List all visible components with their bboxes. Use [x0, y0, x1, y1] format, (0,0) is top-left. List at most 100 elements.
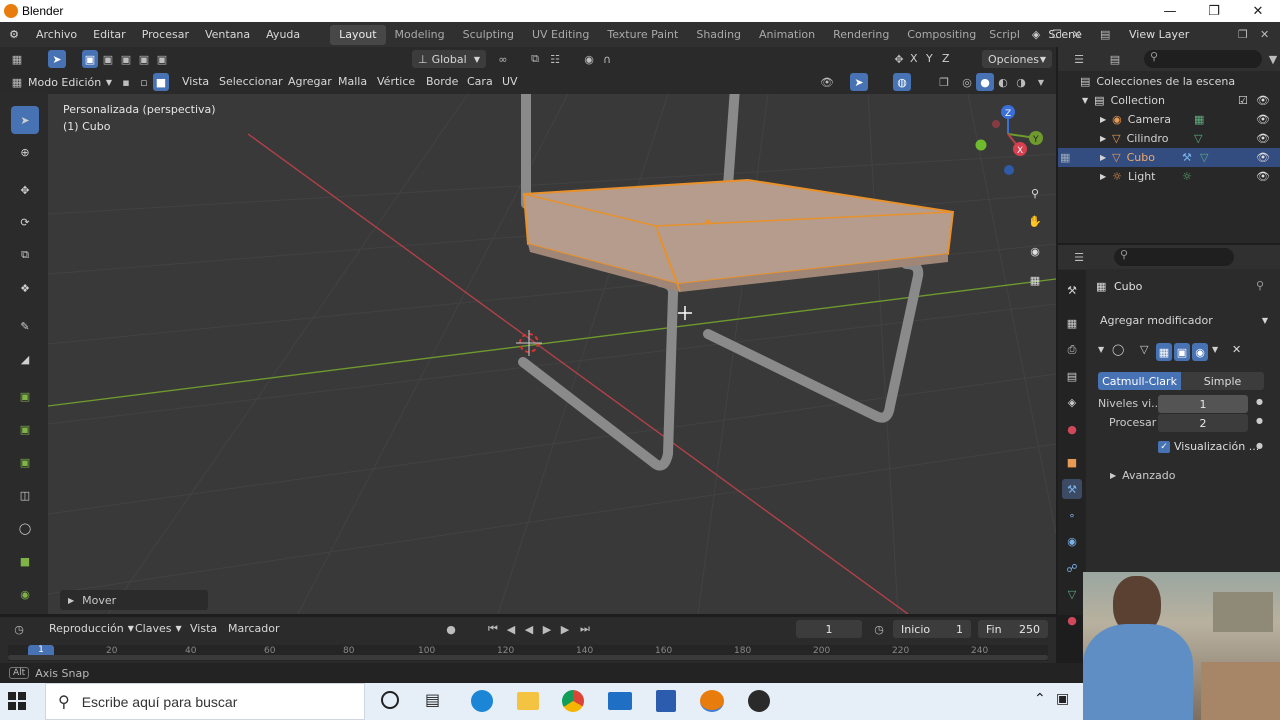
outliner-scene-collection[interactable]: ▤ Colecciones de la escena: [1058, 72, 1280, 91]
cortana-icon[interactable]: [381, 691, 399, 709]
snap-target-icon[interactable]: ☷: [546, 50, 564, 68]
menu-archivo[interactable]: Archivo: [28, 28, 85, 41]
render-toggle-icon[interactable]: ◉: [1192, 343, 1208, 361]
obs-icon[interactable]: [748, 690, 770, 712]
transform-tool-icon[interactable]: ❖: [11, 274, 39, 302]
remove-modifier-icon[interactable]: ✕: [1232, 343, 1241, 356]
timeline-editor-icon[interactable]: ◷: [10, 620, 28, 638]
shading-options-icon[interactable]: ▼: [1032, 73, 1050, 91]
frame-ruler[interactable]: 1 20 40 60 80 100 120 140 160 180 200 22…: [8, 645, 1048, 661]
mirror-icon[interactable]: ✥: [890, 50, 908, 68]
axis-x-toggle[interactable]: X: [910, 52, 918, 65]
jump-end-icon[interactable]: ⏭: [576, 620, 594, 638]
cursor-tool-icon[interactable]: ⊕: [11, 138, 39, 166]
data-tab-icon[interactable]: ▽: [1062, 584, 1082, 604]
rotate-tool-icon[interactable]: ⟳: [11, 208, 39, 236]
menu-editar[interactable]: Editar: [85, 28, 134, 41]
inset-tool-icon[interactable]: ▣: [11, 415, 39, 443]
last-operator-panel[interactable]: ▶ Mover: [60, 590, 208, 610]
tab-layout[interactable]: Layout: [330, 24, 386, 45]
xray-toggle-icon[interactable]: ❐: [935, 73, 953, 91]
annotate-tool-icon[interactable]: ✎: [11, 312, 39, 340]
mail-icon[interactable]: [608, 692, 632, 710]
checkbox-icon[interactable]: ✓: [1158, 440, 1170, 453]
axis-z-toggle[interactable]: Z: [942, 52, 950, 65]
new-view-layer-icon[interactable]: ❐: [1238, 28, 1248, 41]
axis-y-toggle[interactable]: Y: [926, 52, 933, 65]
end-frame-field[interactable]: Fin 250: [978, 620, 1048, 638]
chrome-icon[interactable]: [562, 690, 584, 712]
pin-icon[interactable]: ⚲: [1256, 279, 1264, 292]
keyframe-dot-icon[interactable]: ●: [1256, 441, 1263, 450]
tab-scripting[interactable]: Scripl: [985, 25, 1024, 45]
menu-vertice[interactable]: Vértice: [369, 75, 423, 88]
windows-start-icon[interactable]: [8, 692, 26, 710]
outliner-search-input[interactable]: ⚲: [1144, 50, 1262, 68]
task-view-icon[interactable]: ▤: [425, 690, 440, 709]
maximize-button[interactable]: ❐: [1192, 0, 1236, 22]
camera-data-icon[interactable]: ▦: [1194, 113, 1204, 126]
pivot-point-icon[interactable]: ∞: [494, 50, 512, 68]
tab-modeling[interactable]: Modeling: [386, 25, 454, 45]
outliner-item-cubo[interactable]: ▦ ▶ ▽ Cubo ⚒ ▽ 👁: [1058, 148, 1280, 167]
filter-icon[interactable]: ▼: [1264, 50, 1280, 68]
modifier-wrench-icon[interactable]: ⚒: [1182, 151, 1192, 164]
new-scene-icon[interactable]: ❐: [1052, 28, 1062, 41]
rendered-shading-icon[interactable]: ◑: [1012, 73, 1030, 91]
chevron-right-icon[interactable]: ▶: [1100, 153, 1106, 162]
view-layer-selector[interactable]: View Layer: [1129, 28, 1189, 41]
minimize-button[interactable]: —: [1148, 0, 1192, 22]
tab-texture-paint[interactable]: Texture Paint: [598, 25, 687, 45]
physics-tab-icon[interactable]: ◉: [1062, 531, 1082, 551]
properties-editor-icon[interactable]: ☰: [1070, 248, 1088, 266]
timeline-scrollbar[interactable]: [8, 655, 1048, 660]
outliner-item-cilindro[interactable]: ▶ ▽ Cilindro ▽ 👁: [1058, 129, 1280, 148]
modifier-tab-icon[interactable]: ⚒: [1062, 479, 1082, 499]
jump-keyframe-next-icon[interactable]: ▶: [556, 620, 574, 638]
menu-uv[interactable]: UV: [494, 75, 526, 88]
proportional-edit-icon[interactable]: ◉: [580, 50, 598, 68]
current-frame-field[interactable]: 1: [796, 620, 862, 638]
add-modifier-dropdown[interactable]: Agregar modificador ▼: [1094, 311, 1274, 329]
loop-cut-tool-icon[interactable]: ◫: [11, 481, 39, 509]
checkbox-icon[interactable]: ☑: [1238, 94, 1248, 107]
overlay-toggle-icon[interactable]: ◍: [893, 73, 911, 91]
start-frame-field[interactable]: Inicio 1: [893, 620, 971, 638]
gizmo-toggle-icon[interactable]: ➤: [850, 73, 868, 91]
marker-menu[interactable]: Marcador: [228, 622, 280, 635]
clock-icon[interactable]: ◷: [870, 620, 888, 638]
light-data-icon[interactable]: ☼: [1182, 170, 1192, 183]
outliner-item-camera[interactable]: ▶ ◉ Camera ▦ 👁: [1058, 110, 1280, 129]
mesh-data-icon[interactable]: ▽: [1200, 151, 1208, 164]
select-box-subtract-icon[interactable]: ▣: [118, 50, 134, 68]
move-tool-icon[interactable]: ✥: [11, 176, 39, 204]
eye-icon[interactable]: 👁: [1256, 132, 1270, 145]
edge-select-icon[interactable]: ▫: [136, 73, 152, 91]
select-box-tool-icon[interactable]: ➤: [11, 106, 39, 134]
scale-tool-icon[interactable]: ⧉: [11, 241, 39, 269]
chevron-right-icon[interactable]: ▶: [1100, 172, 1106, 181]
render-tab-icon[interactable]: ▦: [1062, 313, 1082, 333]
select-box-invert-icon[interactable]: ▣: [136, 50, 152, 68]
pan-hand-icon[interactable]: ✋: [1024, 210, 1046, 232]
tray-chevron-up-icon[interactable]: ⌃: [1034, 691, 1046, 707]
object-tab-icon[interactable]: ■: [1062, 452, 1082, 472]
select-mode-icon[interactable]: ➤: [48, 50, 66, 68]
spin-tool-icon[interactable]: ◉: [11, 580, 39, 608]
eye-icon[interactable]: 👁: [1256, 170, 1270, 183]
eye-icon[interactable]: 👁: [1256, 151, 1270, 164]
properties-search-input[interactable]: ⚲: [1114, 248, 1234, 266]
delete-view-layer-icon[interactable]: ✕: [1260, 28, 1269, 41]
scene-tab-icon[interactable]: ◈: [1062, 392, 1082, 412]
select-box-extend-icon[interactable]: ▣: [100, 50, 116, 68]
material-shading-icon[interactable]: ◐: [994, 73, 1012, 91]
chevron-down-icon[interactable]: ▼: [1098, 345, 1104, 354]
mesh-data-icon[interactable]: ▽: [1194, 132, 1202, 145]
tab-sculpting[interactable]: Sculpting: [454, 25, 523, 45]
poly-build-tool-icon[interactable]: ■: [11, 547, 39, 575]
menu-procesar[interactable]: Procesar: [134, 28, 197, 41]
word-icon[interactable]: [656, 690, 676, 712]
menu-ventana[interactable]: Ventana: [197, 28, 258, 41]
eye-icon[interactable]: 👁: [1256, 113, 1270, 126]
select-box-new-icon[interactable]: ▣: [82, 50, 98, 68]
